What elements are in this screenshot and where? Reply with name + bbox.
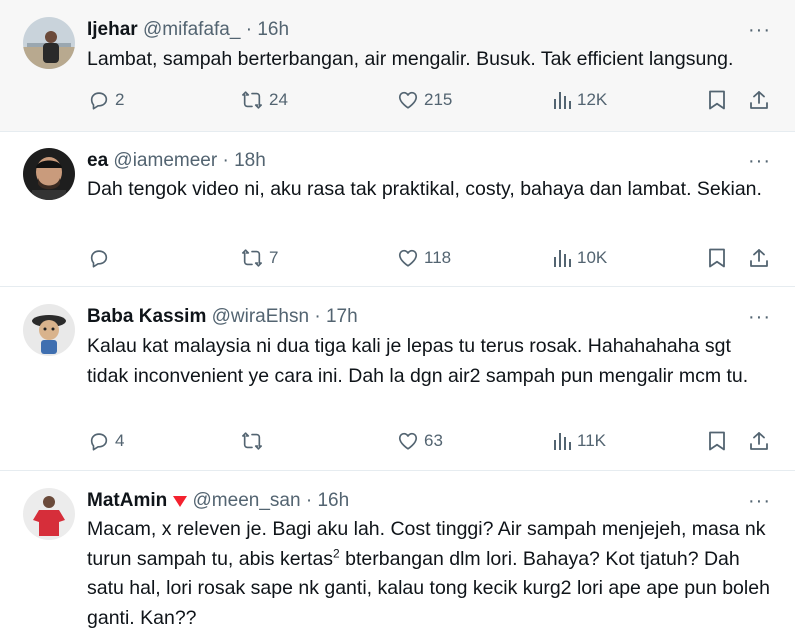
tweet-header: Baba Kassim @wiraEhsn · 17h [87, 305, 358, 329]
share-icon [750, 249, 768, 267]
more-icon[interactable]: ··· [748, 151, 771, 171]
separator-dot: · [305, 490, 313, 511]
view-count: 11K [577, 431, 606, 450]
repost-icon [242, 91, 262, 109]
views-button[interactable]: 10K [552, 247, 607, 269]
display-name[interactable]: MatAmin [87, 490, 167, 511]
timestamp[interactable]: 16h [257, 19, 289, 40]
like-button[interactable]: 118 [397, 247, 451, 269]
tweet-ijehar[interactable]: Ijehar @mifafafa_ · 16h ··· Lambat, samp… [0, 0, 795, 132]
display-name[interactable]: ea [87, 150, 108, 171]
repost-count: 24 [269, 90, 288, 109]
avatar[interactable] [23, 488, 75, 540]
share-icon [750, 91, 768, 109]
like-count: 118 [424, 248, 452, 267]
repost-icon [242, 432, 262, 450]
username[interactable]: @iamemeer [113, 150, 217, 171]
avatar[interactable] [23, 17, 75, 69]
avatar[interactable] [23, 148, 75, 200]
tweet-header: ea @iamemeer · 18h [87, 149, 266, 173]
repost-icon [242, 249, 262, 267]
tweet-text: Dah tengok video ni, aku rasa tak prakti… [87, 178, 762, 200]
tweet-header: MatAmin @meen_san · 16h [87, 489, 349, 513]
like-count: 215 [424, 90, 453, 109]
avatar[interactable] [23, 304, 75, 356]
views-button[interactable]: 12K [552, 89, 607, 111]
views-icon [554, 250, 571, 267]
more-icon[interactable]: ··· [748, 20, 771, 40]
replies-feed: Ijehar @mifafafa_ · 16h ··· Lambat, samp… [0, 0, 795, 632]
like-button[interactable]: 63 [397, 430, 443, 452]
like-icon [398, 91, 418, 109]
tweet-text: Macam, x releven je. Bagi aku lah. Cost … [87, 518, 770, 629]
separator-dot: · [314, 306, 321, 327]
bookmark-button[interactable] [707, 89, 727, 111]
tweet-matamin[interactable]: MatAmin @meen_san · 16h ··· Macam, x rel… [0, 471, 795, 632]
reply-button[interactable]: 4 [88, 430, 124, 452]
username[interactable]: @wiraEhsn [212, 306, 309, 327]
tweet-header: Ijehar @mifafafa_ · 16h [87, 18, 289, 42]
display-name[interactable]: Ijehar [87, 19, 138, 40]
timestamp[interactable]: 18h [234, 150, 266, 171]
display-name[interactable]: Baba Kassim [87, 306, 206, 327]
tweet-text: Kalau kat malaysia ni dua tiga kali je l… [87, 335, 749, 387]
more-icon[interactable]: ··· [748, 491, 771, 511]
view-count: 12K [577, 90, 608, 109]
reply-icon [90, 433, 108, 451]
repost-button[interactable] [240, 430, 269, 452]
share-button[interactable] [748, 430, 770, 452]
reply-count: 4 [115, 431, 125, 450]
views-button[interactable]: 11K [552, 430, 606, 452]
reply-button[interactable] [88, 247, 115, 269]
repost-count: 7 [269, 248, 279, 267]
repost-button[interactable]: 24 [240, 89, 288, 111]
bookmark-icon [709, 431, 725, 451]
timestamp[interactable]: 16h [317, 490, 349, 511]
views-icon [554, 92, 571, 109]
like-count: 63 [424, 431, 443, 450]
reply-button[interactable]: 2 [88, 89, 124, 111]
repost-button[interactable]: 7 [240, 247, 278, 269]
tweet-baba-kassim[interactable]: Baba Kassim @wiraEhsn · 17h ··· Kalau ka… [0, 287, 795, 471]
tweet-ea[interactable]: ea @iamemeer · 18h ··· Dah tengok video … [0, 132, 795, 287]
bookmark-icon [709, 248, 725, 268]
view-count: 10K [577, 248, 608, 267]
username[interactable]: @meen_san [193, 490, 301, 511]
share-button[interactable] [748, 89, 770, 111]
separator-dot: · [245, 19, 253, 40]
bookmark-button[interactable] [707, 247, 727, 269]
username[interactable]: @mifafafa_ [143, 19, 240, 40]
reply-icon [90, 250, 108, 268]
like-icon [398, 432, 418, 450]
separator-dot: · [222, 150, 229, 171]
like-button[interactable]: 215 [397, 89, 452, 111]
reply-icon [90, 92, 108, 110]
views-icon [554, 433, 571, 450]
more-icon[interactable]: ··· [748, 307, 771, 327]
red-heart-icon [173, 496, 188, 507]
share-icon [750, 432, 768, 450]
like-icon [398, 249, 418, 267]
timestamp[interactable]: 17h [326, 306, 358, 327]
share-button[interactable] [748, 247, 770, 269]
bookmark-button[interactable] [707, 430, 727, 452]
bookmark-icon [709, 90, 725, 110]
reply-count: 2 [115, 90, 125, 109]
tweet-text: Lambat, sampah berterbangan, air mengali… [87, 48, 734, 70]
superscript: 2 [333, 546, 340, 560]
